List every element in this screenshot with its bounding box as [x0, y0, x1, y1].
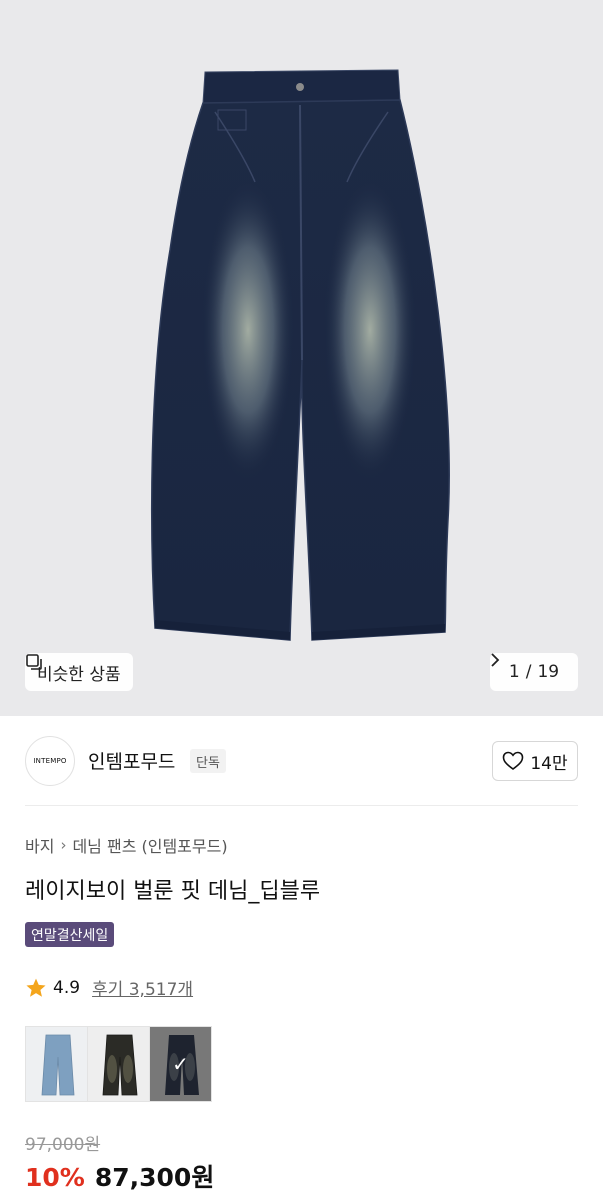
breadcrumb-item-subcategory[interactable]: 데님 팬츠 (인템포무드)	[72, 833, 227, 857]
check-icon: ✓	[172, 1052, 189, 1076]
brand-name[interactable]: 인템포무드	[88, 747, 175, 774]
final-price: 87,300원	[94, 1163, 215, 1192]
color-options: ✓	[25, 1026, 212, 1102]
black-jeans-thumbnail	[88, 1027, 149, 1101]
color-option-black[interactable]	[87, 1026, 150, 1102]
brand-logo[interactable]: INTEMPO	[25, 736, 75, 786]
product-title: 레이지보이 벌룬 핏 데님_딥블루	[25, 879, 321, 904]
brand-logo-text: INTEMPO	[33, 757, 67, 765]
pager-separator: /	[525, 662, 532, 682]
price-row: 10% 87,300원	[25, 1158, 214, 1194]
color-option-deep-blue-selected[interactable]: ✓	[149, 1026, 212, 1102]
product-image[interactable]: 비슷한 상품 1 / 19	[0, 0, 603, 716]
rating-score: 4.9	[53, 977, 81, 998]
similar-products-label: 비슷한 상품	[37, 664, 121, 685]
breadcrumb-item-category[interactable]: 바지	[25, 833, 54, 857]
chevron-right-icon: ›	[60, 836, 67, 854]
color-option-light-blue[interactable]	[25, 1026, 88, 1102]
sale-badge: 연말결산세일	[25, 922, 115, 947]
like-count: 14만	[530, 753, 568, 774]
similar-products-button[interactable]: 비슷한 상품	[25, 653, 133, 691]
pager-current: 1	[508, 662, 520, 682]
pager-total: 19	[537, 662, 560, 682]
star-icon	[26, 978, 46, 997]
brand-row: INTEMPO 인템포무드 단독 14만	[0, 716, 603, 806]
jeans-illustration	[151, 69, 450, 641]
original-price: 97,000원	[25, 1135, 101, 1155]
divider	[25, 805, 578, 806]
similar-products-icon	[26, 654, 42, 670]
image-pager[interactable]: 1 / 19	[490, 653, 578, 691]
exclusive-badge: 단독	[190, 749, 226, 773]
chevron-right-icon	[491, 653, 500, 667]
breadcrumb: 바지 › 데님 팬츠 (인템포무드)	[25, 833, 228, 857]
like-button[interactable]: 14만	[492, 741, 578, 781]
reviews-link[interactable]: 후기 3,517개	[92, 975, 193, 1000]
heart-icon	[503, 751, 524, 770]
light-blue-jeans-thumbnail	[26, 1027, 87, 1101]
rating-row: 4.9 후기 3,517개	[25, 975, 193, 1000]
discount-rate: 10%	[25, 1163, 85, 1192]
